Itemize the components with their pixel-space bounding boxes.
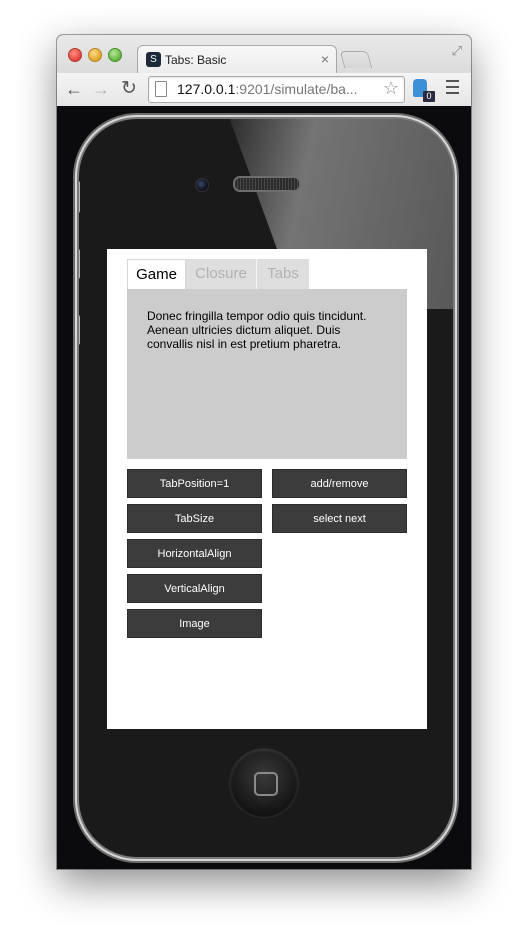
extension-badge: 0 <box>423 91 435 102</box>
close-window-button[interactable] <box>68 48 82 62</box>
forward-arrow-icon[interactable]: → <box>92 78 110 100</box>
horizontal-align-button[interactable]: HorizontalAlign <box>127 539 262 568</box>
mute-switch <box>79 181 80 213</box>
speaker-grille <box>233 176 301 192</box>
fullscreen-icon[interactable]: ⤢ <box>452 43 462 59</box>
address-bar[interactable]: 127.0.0.1:9201/simulate/ba... ☆ <box>148 76 405 103</box>
tab-size-button[interactable]: TabSize <box>127 504 262 533</box>
phone-screen: Game Closure Tabs Donec fringilla tempor… <box>107 249 427 729</box>
add-remove-button[interactable]: add/remove <box>272 469 407 498</box>
camera-icon <box>195 178 209 192</box>
zoom-window-button[interactable] <box>108 48 122 62</box>
minimize-window-button[interactable] <box>88 48 102 62</box>
phone-frame: Game Closure Tabs Donec fringilla tempor… <box>79 119 453 857</box>
select-next-button[interactable]: select next <box>272 504 407 533</box>
volume-up-button <box>79 249 80 279</box>
page-viewport: Game Closure Tabs Donec fringilla tempor… <box>57 106 471 869</box>
image-button[interactable]: Image <box>127 609 262 638</box>
back-arrow-icon[interactable]: ← <box>65 78 83 100</box>
vertical-align-button[interactable]: VerticalAlign <box>127 574 262 603</box>
tab-bar: Game Closure Tabs <box>127 259 407 289</box>
new-tab-button[interactable] <box>339 51 373 68</box>
browser-chrome: S Tabs: Basic × ⤢ ← → ↻ 127.0.0.1:9201/s… <box>57 35 471 107</box>
tab-tabs[interactable]: Tabs <box>257 259 309 289</box>
browser-tab-title: Tabs: Basic <box>165 53 227 67</box>
bookmark-star-icon[interactable]: ☆ <box>383 78 399 99</box>
tab-game[interactable]: Game <box>127 259 186 289</box>
tab-content-text: Donec fringilla tempor odio quis tincidu… <box>147 309 367 351</box>
volume-down-button <box>79 315 80 345</box>
close-tab-icon[interactable]: × <box>321 51 329 67</box>
home-square-icon <box>254 772 278 796</box>
favicon-icon: S <box>146 52 161 67</box>
url-text: 127.0.0.1:9201/simulate/ba... <box>177 81 358 97</box>
browser-toolbar: ← → ↻ 127.0.0.1:9201/simulate/ba... ☆ 0 <box>57 73 471 106</box>
browser-window: S Tabs: Basic × ⤢ ← → ↻ 127.0.0.1:9201/s… <box>57 35 471 869</box>
tab-position-button[interactable]: TabPosition=1 <box>127 469 262 498</box>
reload-icon[interactable]: ↻ <box>121 78 137 100</box>
tab-content-panel: Donec fringilla tempor odio quis tincidu… <box>127 289 407 459</box>
page-icon <box>155 81 167 97</box>
home-button[interactable] <box>230 749 298 817</box>
menu-icon[interactable] <box>446 80 459 94</box>
browser-tab[interactable]: S Tabs: Basic × <box>137 45 337 74</box>
tab-closure[interactable]: Closure <box>186 259 257 289</box>
